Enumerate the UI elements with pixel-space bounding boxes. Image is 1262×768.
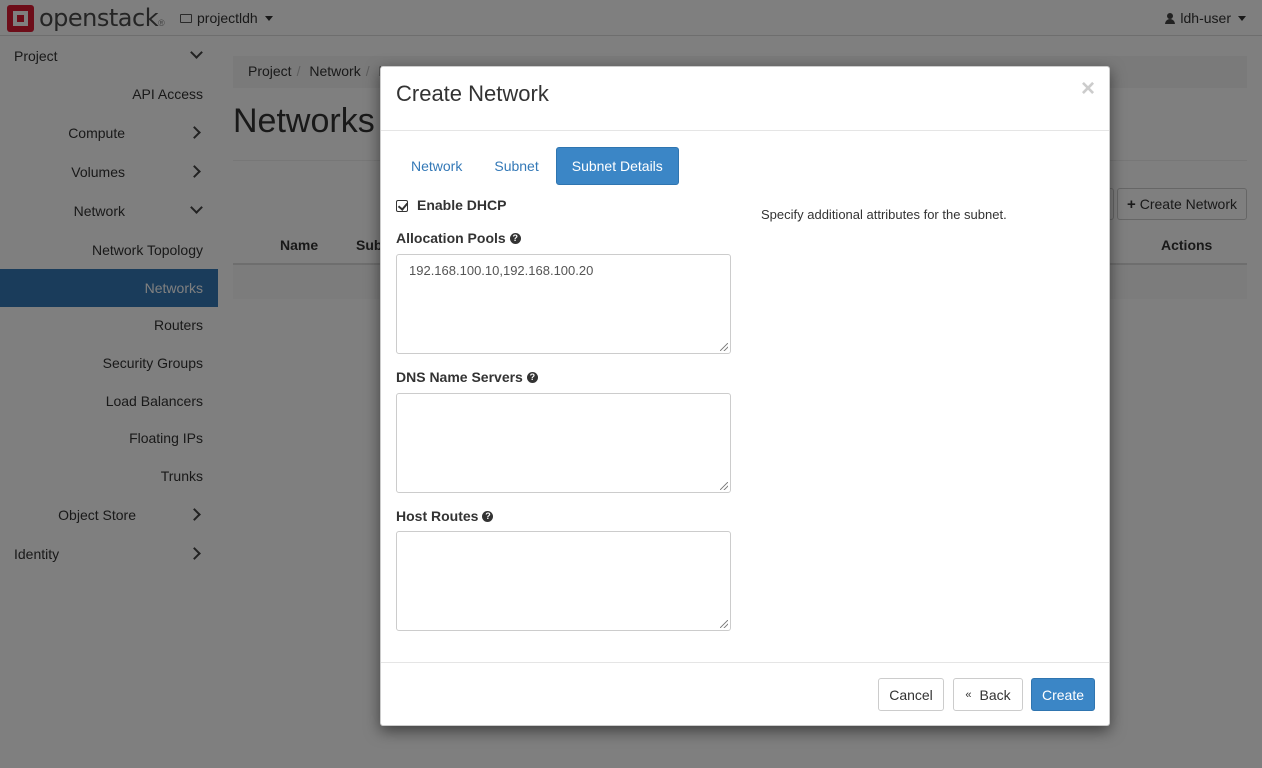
create-button[interactable]: Create xyxy=(1031,678,1095,711)
modal-title: Create Network xyxy=(396,81,549,106)
back-button[interactable]: « Back xyxy=(953,678,1023,711)
allocation-pools-text: Allocation Pools xyxy=(396,230,506,246)
enable-dhcp-label[interactable]: Enable DHCP xyxy=(417,197,506,213)
tab-network[interactable]: Network xyxy=(396,147,477,185)
cancel-button[interactable]: Cancel xyxy=(878,678,944,711)
allocation-pools-value: 192.168.100.10,192.168.100.20 xyxy=(409,263,594,278)
wizard-tabs: Network Subnet Subnet Details xyxy=(396,147,679,185)
close-icon[interactable]: × xyxy=(1081,77,1095,101)
tab-subnet[interactable]: Subnet xyxy=(479,147,553,185)
resize-handle-icon[interactable] xyxy=(720,482,728,490)
help-text: Specify additional attributes for the su… xyxy=(761,207,1007,222)
create-network-modal: Create Network × Network Subnet Subnet D… xyxy=(380,66,1110,726)
back-label: Back xyxy=(979,686,1011,703)
help-icon[interactable]: ? xyxy=(526,371,538,383)
dns-name-servers-textarea[interactable] xyxy=(396,393,731,493)
enable-dhcp-text: Enable DHCP xyxy=(417,197,507,213)
enable-dhcp-checkbox[interactable] xyxy=(396,200,408,212)
double-chevron-left-icon: « xyxy=(965,688,972,701)
dns-name-servers-label: DNS Name Servers ? xyxy=(396,369,538,385)
resize-handle-icon[interactable] xyxy=(720,343,728,351)
tab-subnet-details[interactable]: Subnet Details xyxy=(555,147,679,185)
allocation-pools-label: Allocation Pools ? xyxy=(396,230,521,246)
host-routes-label: Host Routes ? xyxy=(396,508,494,524)
help-icon[interactable]: ? xyxy=(509,232,521,244)
host-routes-text: Host Routes xyxy=(396,508,479,524)
resize-handle-icon[interactable] xyxy=(720,620,728,628)
host-routes-textarea[interactable] xyxy=(396,531,731,631)
help-icon[interactable]: ? xyxy=(482,510,494,522)
allocation-pools-textarea[interactable]: 192.168.100.10,192.168.100.20 xyxy=(396,254,731,354)
dns-name-servers-text: DNS Name Servers xyxy=(396,369,523,385)
modal-header: Create Network × xyxy=(381,67,1109,131)
create-label: Create xyxy=(1041,686,1085,703)
cancel-label: Cancel xyxy=(889,686,933,703)
